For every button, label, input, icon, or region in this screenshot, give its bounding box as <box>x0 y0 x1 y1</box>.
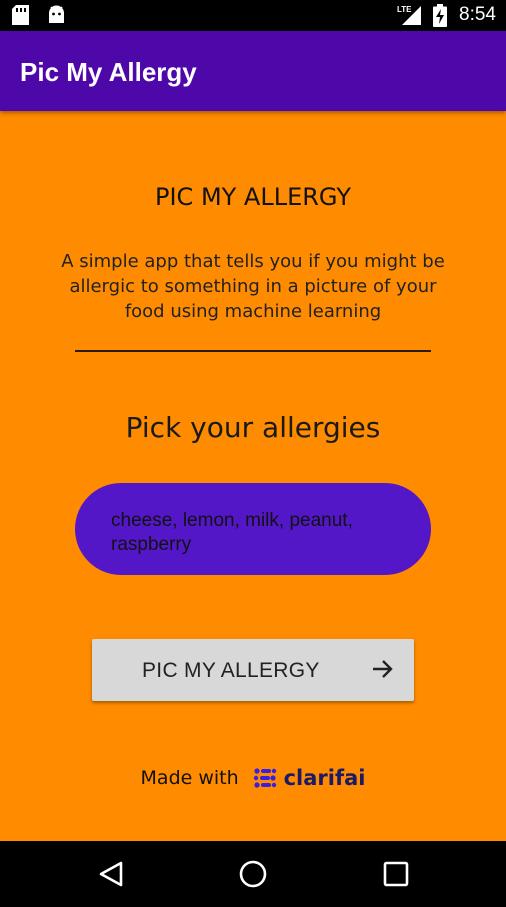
divider <box>75 350 431 352</box>
pic-my-allergy-button[interactable]: PIC MY ALLERGY <box>92 639 414 701</box>
clarifai-logo: clarifai <box>253 766 365 790</box>
arrow-right-icon <box>372 659 394 684</box>
allergies-selector[interactable]: cheese, lemon, milk, peanut, raspberry <box>75 483 431 575</box>
android-icon <box>47 5 66 30</box>
recents-icon[interactable] <box>381 859 411 894</box>
main-content: PIC MY ALLERGY A simple app that tells y… <box>0 111 506 841</box>
status-bar: LTE 8:54 <box>0 0 506 31</box>
clarifai-logo-mark-icon <box>253 768 277 788</box>
lte-signal-icon: LTE <box>397 3 423 32</box>
app-title: Pic My Allergy <box>20 57 197 87</box>
battery-charging-icon <box>433 4 447 32</box>
allergies-subheading: Pick your allergies <box>125 411 381 444</box>
page-heading: PIC MY ALLERGY <box>155 183 351 211</box>
home-icon[interactable] <box>237 859 269 894</box>
clarifai-brand-name: clarifai <box>283 766 366 790</box>
sd-card-icon <box>12 5 29 30</box>
navigation-bar <box>0 841 506 907</box>
app-description: A simple app that tells you if you might… <box>61 251 445 322</box>
pic-my-allergy-button-label: PIC MY ALLERGY <box>142 659 320 682</box>
back-icon[interactable] <box>97 859 125 894</box>
status-time: 8:54 <box>459 4 496 25</box>
svg-text:LTE: LTE <box>397 5 412 14</box>
made-with-label: Made with <box>140 767 239 789</box>
app-bar: Pic My Allergy <box>0 31 506 111</box>
made-with-footer: Made with clarifai <box>0 766 506 796</box>
allergies-value: cheese, lemon, milk, peanut, raspberry <box>111 510 353 555</box>
